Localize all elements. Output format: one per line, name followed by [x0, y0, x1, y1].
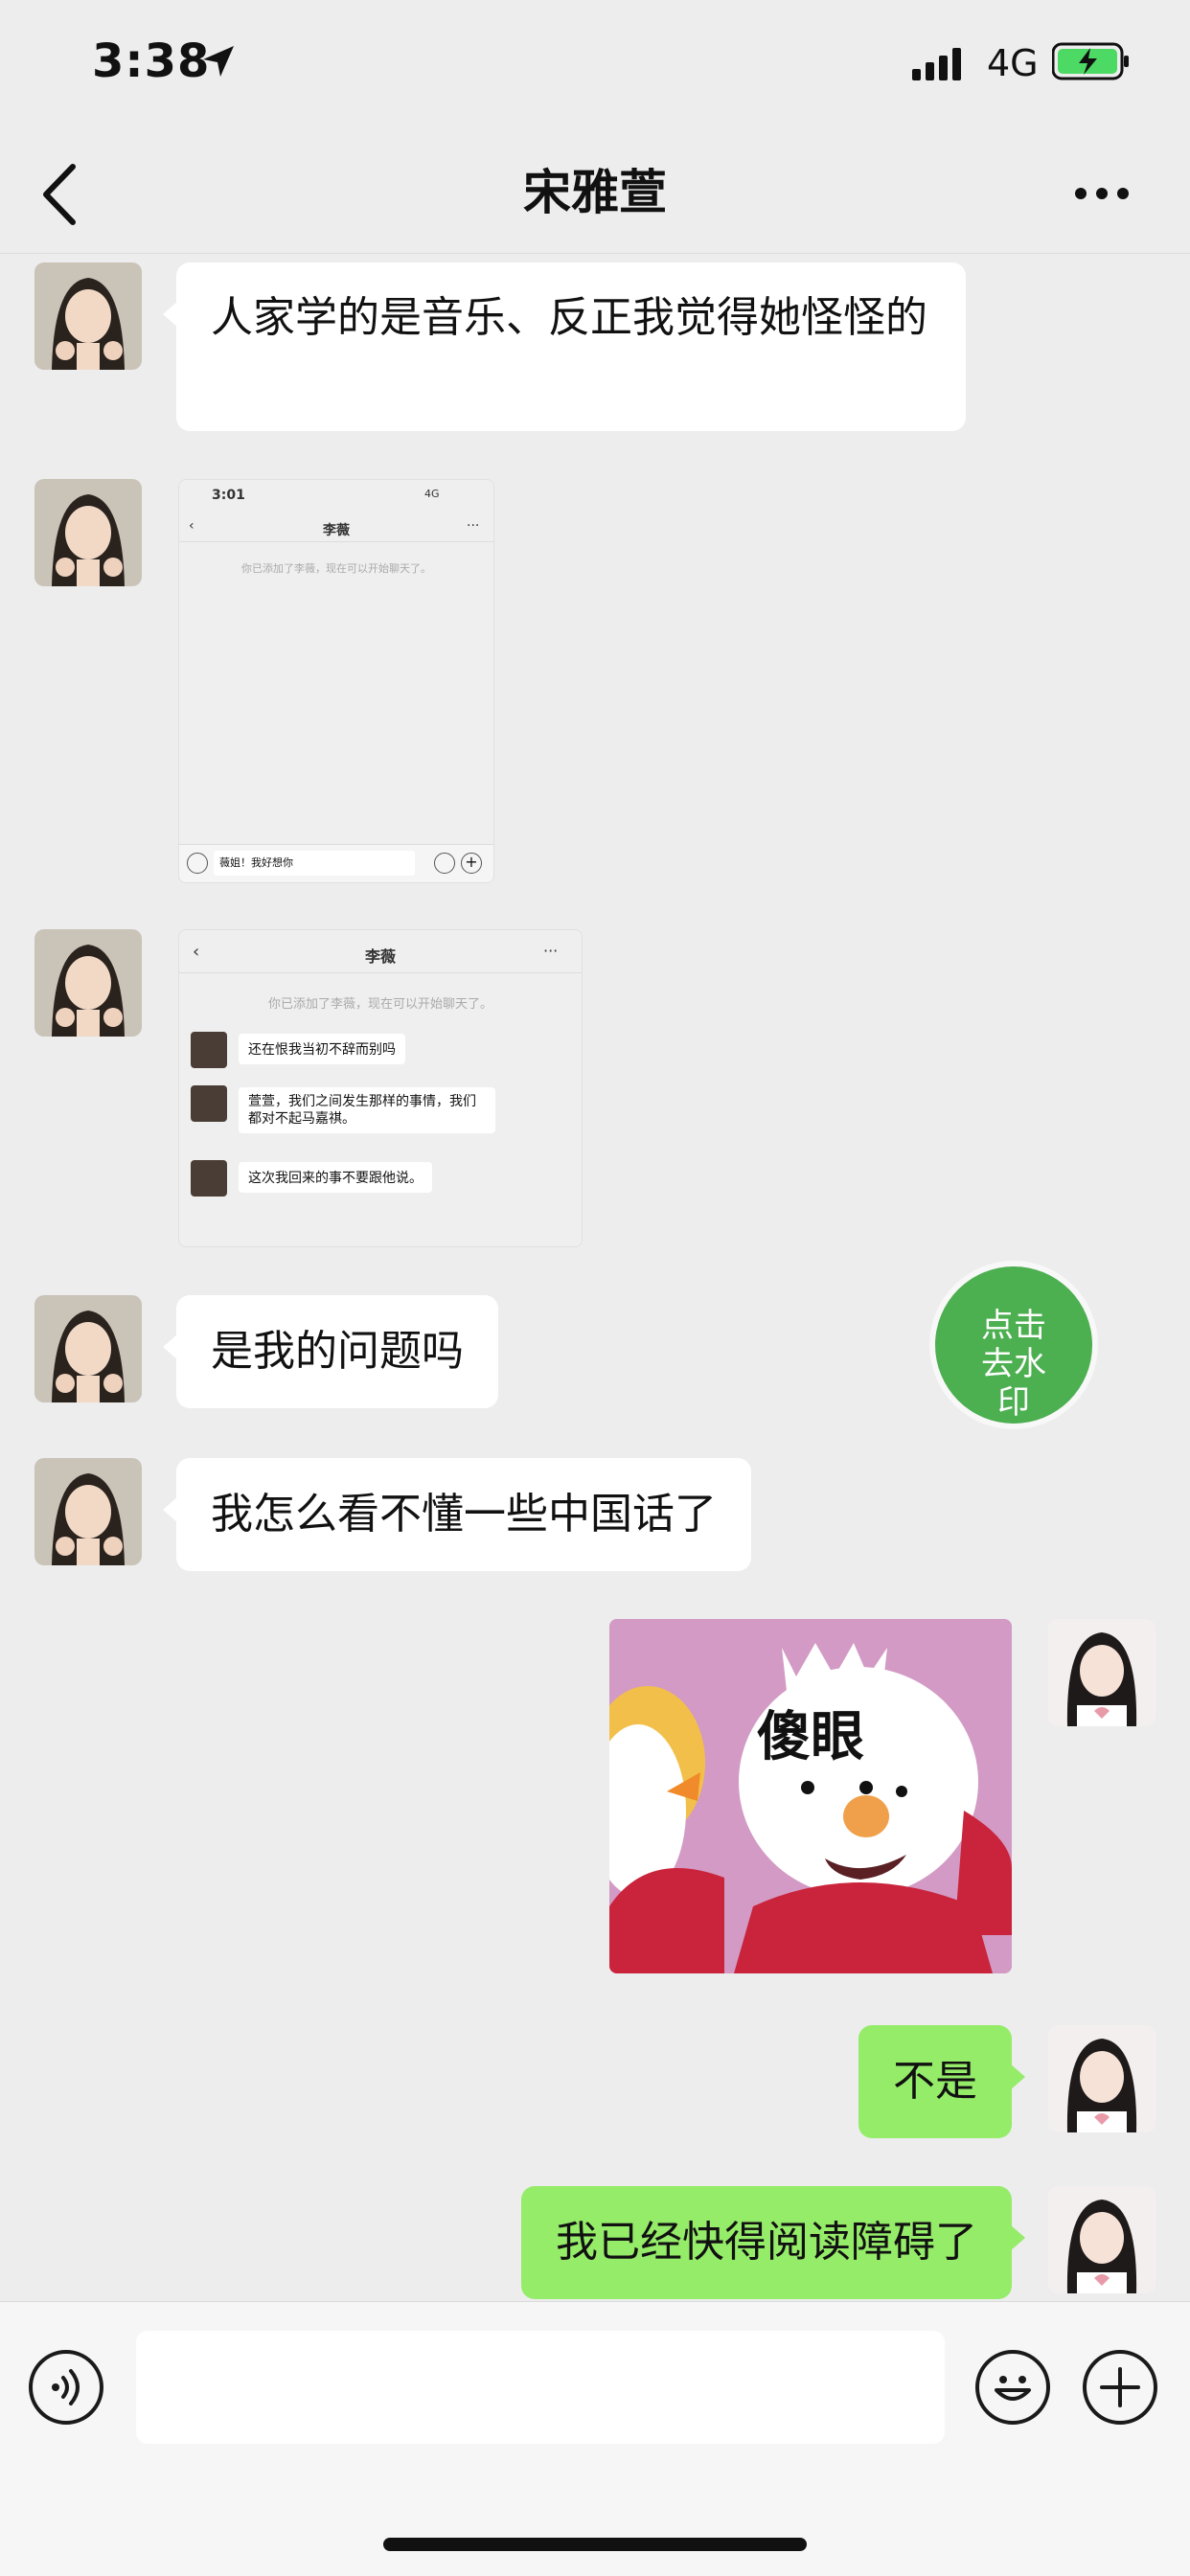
message-input[interactable]	[136, 2331, 945, 2444]
my-avatar-image	[1048, 2186, 1156, 2293]
shot-avatar	[191, 1032, 227, 1068]
message-bubble-outgoing[interactable]: 不是	[858, 2025, 1025, 2138]
network-type: 4G	[987, 42, 1039, 84]
shot-system-text: 你已添加了李薇，现在可以开始聊天了。	[267, 997, 492, 1012]
message-bubble-outgoing[interactable]: 我已经快得阅读障碍了	[521, 2186, 1025, 2299]
shot-input-text: 薇姐！我好想你	[214, 851, 415, 876]
contact-avatar[interactable]	[34, 479, 142, 586]
message-bubble-incoming[interactable]: 是我的问题吗	[163, 1295, 498, 1408]
shot-title: 李薇	[323, 523, 350, 538]
shot-system-text: 你已添加了李薇，现在可以开始聊天了。	[241, 562, 431, 575]
shot-more-icon: ···	[467, 518, 480, 534]
voice-icon	[52, 2369, 80, 2405]
smiley-icon	[995, 2376, 1031, 2401]
chat-title: 宋雅萱	[523, 165, 667, 220]
signal-icon	[912, 48, 961, 80]
contact-avatar[interactable]	[34, 1295, 142, 1402]
image-message-screenshot[interactable]: ‹ 李薇 ··· 你已添加了李薇，现在可以开始聊天了。 还在恨我当初不辞而别吗 …	[178, 929, 583, 1247]
more-options-icon[interactable]	[1073, 184, 1131, 203]
status-bar: 3:38 4G	[0, 0, 1190, 134]
snowman-sticker-graphic	[609, 1619, 1012, 1973]
shot-network: 4G	[424, 488, 440, 500]
image-message-screenshot[interactable]: 3:01 4G ‹ 李薇 ··· 你已添加了李薇，现在可以开始聊天了。 薇姐！我…	[178, 479, 494, 883]
shot-plus-icon: +	[461, 853, 482, 874]
contact-avatar-image	[34, 1295, 142, 1402]
shot-message: 还在恨我当初不辞而别吗	[239, 1034, 405, 1064]
shot-avatar	[191, 1160, 227, 1197]
shot-input-bar: 薇姐！我好想你 +	[179, 844, 493, 882]
input-toolbar	[0, 2301, 1190, 2576]
message-bubble-incoming[interactable]: 我怎么看不懂一些中国话了	[163, 1458, 751, 1571]
shot-message: 萱萱，我们之间发生那样的事情，我们都对不起马嘉祺。	[239, 1087, 495, 1133]
message-text: 是我的问题吗	[211, 1327, 464, 1376]
message-text: 人家学的是音乐、反正我觉得她怪怪的	[211, 293, 927, 342]
message-text: 不是	[893, 2057, 977, 2106]
shot-more-icon: ···	[543, 942, 559, 960]
emoji-button[interactable]	[975, 2350, 1050, 2425]
shot-message: 这次我回来的事不要跟他说。	[239, 1162, 432, 1193]
contact-avatar-image	[34, 479, 142, 586]
message-bubble-incoming[interactable]: 人家学的是音乐、反正我觉得她怪怪的	[163, 262, 966, 431]
bubble-tail	[163, 1496, 178, 1523]
sticker-caption: 傻眼	[757, 1706, 864, 1768]
shot-emoji-icon	[434, 853, 455, 874]
bubble-tail	[1010, 2224, 1025, 2251]
shot-title: 李薇	[364, 947, 396, 966]
shot-divider	[179, 541, 493, 542]
bubble-tail	[1010, 2063, 1025, 2090]
contact-avatar[interactable]	[34, 929, 142, 1037]
home-indicator	[383, 2538, 807, 2551]
plus-icon	[1100, 2367, 1140, 2407]
chat-header: 宋雅萱	[0, 134, 1190, 254]
sticker-image[interactable]: 傻眼	[609, 1619, 1012, 1973]
shot-avatar	[191, 1085, 227, 1122]
contact-avatar-image	[34, 929, 142, 1037]
voice-input-button[interactable]	[29, 2350, 103, 2425]
shot-voice-icon	[187, 853, 208, 874]
my-avatar[interactable]	[1048, 1619, 1156, 1726]
my-avatar[interactable]	[1048, 2186, 1156, 2293]
remove-watermark-button[interactable]: 点击去水印	[935, 1266, 1092, 1424]
bubble-tail	[163, 301, 178, 328]
contact-avatar[interactable]	[34, 1458, 142, 1565]
shot-time: 3:01	[212, 488, 245, 503]
contact-avatar-image	[34, 262, 142, 370]
contact-avatar-image	[34, 1458, 142, 1565]
contact-avatar[interactable]	[34, 262, 142, 370]
status-time: 3:38	[92, 34, 211, 88]
my-avatar-image	[1048, 1619, 1156, 1726]
shot-divider	[179, 972, 582, 973]
bubble-tail	[163, 1334, 178, 1360]
message-text: 我怎么看不懂一些中国话了	[211, 1490, 717, 1539]
location-arrow-icon	[203, 46, 234, 77]
message-text: 我已经快得阅读障碍了	[556, 2218, 977, 2267]
remove-watermark-label: 点击去水印	[981, 1307, 1046, 1422]
more-functions-button[interactable]	[1083, 2350, 1157, 2425]
my-avatar[interactable]	[1048, 2025, 1156, 2132]
my-avatar-image	[1048, 2025, 1156, 2132]
battery-charging-icon	[1052, 42, 1129, 80]
